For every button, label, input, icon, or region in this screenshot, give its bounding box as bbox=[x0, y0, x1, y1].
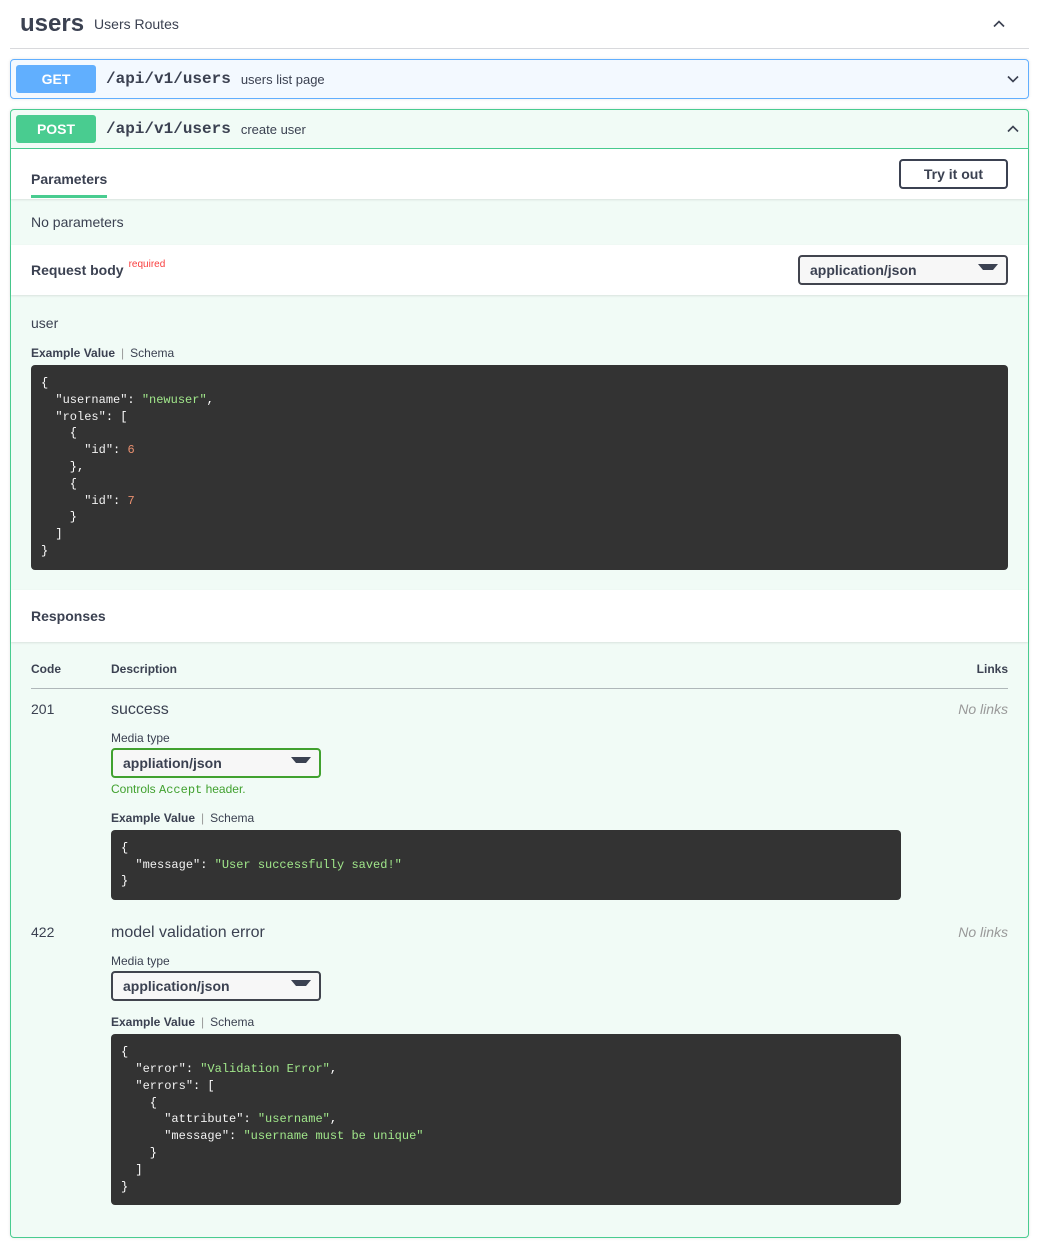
responses-title: Responses bbox=[31, 598, 106, 634]
tab-schema[interactable]: Schema bbox=[210, 1015, 254, 1029]
response-content-type-select[interactable]: application/json bbox=[111, 971, 321, 1001]
required-badge: required bbox=[129, 259, 166, 270]
tab-example-value[interactable]: Example Value bbox=[111, 1015, 195, 1029]
tab-example-value[interactable]: Example Value bbox=[111, 811, 195, 825]
response-description: success bbox=[111, 701, 928, 719]
response-links: No links bbox=[928, 688, 1008, 912]
response-row: 422model validation error Media type appli… bbox=[31, 912, 1008, 1217]
response-example-code[interactable]: { "message": "User successfully saved!" … bbox=[111, 830, 901, 900]
responses-table: Code Description Links 201success Media t… bbox=[31, 662, 1008, 1218]
response-example-code[interactable]: { "error": "Validation Error", "errors":… bbox=[111, 1034, 901, 1205]
request-body-content: user Example Value|Schema { "username": … bbox=[11, 295, 1028, 590]
controls-accept-note: Controls Accept header. bbox=[111, 782, 928, 797]
media-type-label: Media type bbox=[111, 954, 928, 968]
method-badge-post: POST bbox=[16, 115, 96, 143]
no-parameters-text: No parameters bbox=[31, 214, 124, 230]
response-tabs: Example Value|Schema bbox=[111, 1015, 928, 1029]
response-example: Example Value|Schema { "message": "User s… bbox=[111, 811, 928, 900]
response-content-type-select[interactable]: appliation/json bbox=[111, 748, 321, 778]
response-code: 201 bbox=[31, 688, 111, 912]
media-type-label: Media type bbox=[111, 731, 928, 745]
body-tabs: Example Value|Schema bbox=[31, 346, 1008, 360]
try-it-out-button[interactable]: Try it out bbox=[899, 159, 1008, 189]
parameters-body: No parameters bbox=[11, 199, 1028, 245]
op-path: /api/v1/users bbox=[106, 70, 231, 88]
chevron-down-icon bbox=[1003, 69, 1023, 89]
response-tabs: Example Value|Schema bbox=[111, 811, 928, 825]
response-code: 422 bbox=[31, 912, 111, 1217]
tab-schema[interactable]: Schema bbox=[210, 811, 254, 825]
tab-example-value[interactable]: Example Value bbox=[31, 346, 115, 360]
opblock-summary[interactable]: POST /api/v1/users create user bbox=[11, 110, 1028, 149]
tag-header[interactable]: users Users Routes bbox=[10, 0, 1029, 49]
tab-schema[interactable]: Schema bbox=[130, 346, 174, 360]
chevron-up-icon bbox=[1003, 119, 1023, 139]
opblock-post-users: POST /api/v1/users create user Parameter… bbox=[10, 109, 1029, 1238]
method-badge-get: GET bbox=[16, 65, 96, 93]
request-body-title: Request body bbox=[31, 262, 124, 278]
response-row: 201success Media type appliation/json Contr… bbox=[31, 688, 1008, 912]
col-description: Description bbox=[111, 662, 928, 689]
op-path: /api/v1/users bbox=[106, 120, 231, 138]
response-links: No links bbox=[928, 912, 1008, 1217]
request-body-example[interactable]: { "username": "newuser", "roles": [ { "i… bbox=[31, 365, 1008, 570]
chevron-up-icon bbox=[989, 14, 1009, 34]
tab-parameters[interactable]: Parameters bbox=[31, 161, 107, 198]
responses-header: Responses bbox=[11, 590, 1028, 642]
request-body-description: user bbox=[31, 315, 1008, 331]
request-body-header: Request body required application/json bbox=[11, 245, 1028, 295]
opblock-get-users: GET /api/v1/users users list page bbox=[10, 59, 1029, 99]
request-content-type-select[interactable]: application/json bbox=[798, 255, 1008, 285]
response-description-cell: success Media type appliation/json Controls… bbox=[111, 688, 928, 912]
opblock-summary[interactable]: GET /api/v1/users users list page bbox=[11, 60, 1028, 98]
media-type-select-wrap: application/json bbox=[111, 971, 321, 1001]
response-example: Example Value|Schema { "error": "Validati… bbox=[111, 1015, 928, 1205]
op-summary: users list page bbox=[241, 72, 1003, 87]
response-description: model validation error bbox=[111, 924, 928, 942]
tag-description: Users Routes bbox=[94, 16, 989, 32]
content-type-select-wrap: application/json bbox=[798, 255, 1008, 285]
tag-name: users bbox=[20, 10, 84, 38]
op-summary: create user bbox=[241, 122, 1003, 137]
response-description-cell: model validation error Media type applicat… bbox=[111, 912, 928, 1217]
col-links: Links bbox=[928, 662, 1008, 689]
media-type-select-wrap: appliation/json bbox=[111, 748, 321, 778]
col-code: Code bbox=[31, 662, 111, 689]
parameters-header: Parameters Try it out bbox=[11, 149, 1028, 199]
